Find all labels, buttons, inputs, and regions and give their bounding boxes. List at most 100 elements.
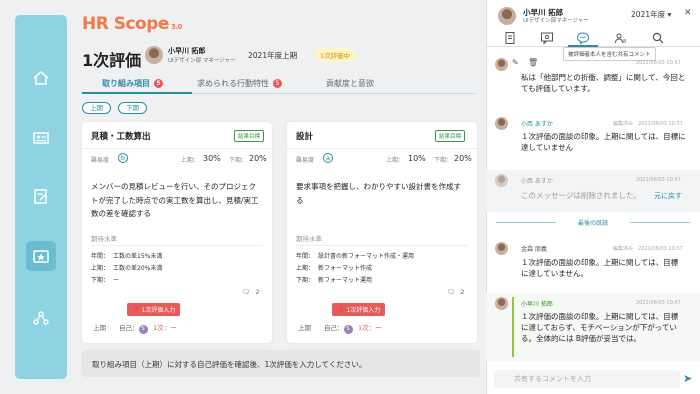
target-heading: 期待水準 xyxy=(296,235,322,243)
year-select[interactable]: 2021年度 ▾ xyxy=(631,9,671,20)
avatar xyxy=(145,46,163,64)
comment-count[interactable]: 🗨 2 xyxy=(242,288,259,296)
tab-action-items[interactable]: 取り組み項目 5 xyxy=(102,78,163,92)
difficulty-badge: a xyxy=(323,153,333,163)
status-badge: 1次評価中 xyxy=(314,48,357,62)
tab-count-badge: 5 xyxy=(154,79,163,88)
lower-label: 下期： xyxy=(434,157,453,164)
avatar xyxy=(495,297,508,310)
difficulty-label: 難易度 xyxy=(296,157,315,164)
svg-text:8: 8 xyxy=(623,39,626,45)
self-score: 自己： S xyxy=(324,322,353,334)
tab-count-badge: 5 xyxy=(273,79,282,88)
level-row: 上期： 工数の差20%未満 xyxy=(91,265,163,272)
evaluation-icon[interactable] xyxy=(26,241,56,271)
tab-behaviors[interactable]: 求められる行動特性 5 xyxy=(197,78,282,92)
tab-active-indicator xyxy=(82,92,192,94)
comment-icon: 🗨 xyxy=(242,288,251,296)
user-role: UIデザイン部 マネージャー xyxy=(168,58,236,64)
message-timestamp: 編集済み 2021/06/03 10:57 xyxy=(613,121,683,127)
message-timestamp: 2021/06/03 10:57 xyxy=(636,177,681,183)
message-timestamp: 2021/06/03 10:57 xyxy=(636,60,681,66)
difficulty-badge: b xyxy=(118,153,128,163)
card-divider xyxy=(287,148,477,149)
level-row: 年間： 設計書の新フォーマット作成・運用 xyxy=(296,253,415,260)
upper-label: 上期： xyxy=(181,157,200,164)
avatar xyxy=(495,58,508,71)
page-title: 1次評価 xyxy=(82,51,142,70)
lower-label: 下期： xyxy=(229,157,248,164)
edit-document-icon[interactable] xyxy=(26,181,56,211)
goal-card[interactable]: 見積・工数算出 結果目標 難易度 b 上期： 30% 下期： 20% メンバーの… xyxy=(82,122,272,343)
period-label: 2021年度上期 xyxy=(248,51,298,60)
difficulty-label: 難易度 xyxy=(91,157,110,164)
card-title: 設計 xyxy=(296,132,314,142)
send-icon[interactable]: ➤ xyxy=(683,372,692,385)
upper-weight: 30% xyxy=(203,154,221,163)
left-nav xyxy=(15,15,67,379)
message-text: １次評価の面談の印象。上期に関しては、目標に達していません。 xyxy=(521,258,679,278)
own-message-marker xyxy=(512,297,514,357)
tab-tooltip: 被評価者本人を含む共有コメント xyxy=(563,47,656,61)
message-text: １次評価の面談の印象。上期に関しては、目標に達していません xyxy=(521,132,686,152)
message-text: 私は「他部門との折衝、調整」に関して、今回とても評価しています。 xyxy=(521,73,686,93)
alert-icon: ❗ xyxy=(132,307,140,314)
level-row: 下期：ー xyxy=(91,277,120,284)
footer-period: 上期 xyxy=(93,324,106,332)
avatar xyxy=(495,117,508,130)
close-icon[interactable]: ✕ xyxy=(684,8,692,18)
self-score: 自己： S xyxy=(119,322,148,334)
first-score[interactable]: 1次：ー xyxy=(153,322,177,332)
profile-card-icon[interactable] xyxy=(26,123,56,153)
error-tooltip: ❗ 1次評価入力 xyxy=(332,303,386,316)
message-author: 小早川 拓郎 xyxy=(521,301,553,308)
app-logo: HR Scope 3.0 xyxy=(82,14,182,34)
tab-contribution[interactable]: 貢献度と意欲 xyxy=(326,78,374,92)
org-chart-icon[interactable] xyxy=(26,303,56,333)
lower-weight: 20% xyxy=(454,154,472,163)
target-divider xyxy=(296,245,468,246)
lower-weight: 20% xyxy=(249,154,267,163)
first-score[interactable]: 1次：ー xyxy=(358,322,382,332)
filter-lower-button[interactable]: 下期 xyxy=(118,102,147,114)
home-icon[interactable] xyxy=(26,63,56,93)
message-author: 金森 朋義 xyxy=(521,246,547,253)
avatar xyxy=(495,174,508,187)
error-tooltip: ❗ 1次評価入力 xyxy=(127,303,181,316)
status-message: 取り組み項目（上期）に対する自己評価を確認後、1次評価を入力してください。 xyxy=(82,350,480,377)
upper-weight: 10% xyxy=(408,154,426,163)
message-timestamp: 編集済み 2021/06/03 10:57 xyxy=(613,246,683,252)
card-description: メンバーの見積レビューを行い、そのプロジェクトが完了した時点での実工数を算出し、… xyxy=(91,182,259,218)
alert-icon: ❗ xyxy=(337,307,345,314)
level-row: 上期： 新フォーマット作成 xyxy=(296,265,373,272)
divider-line xyxy=(630,222,690,223)
comment-icon: 🗨 xyxy=(447,288,456,296)
footer-period: 上期 xyxy=(298,324,311,332)
card-tag: 結果目標 xyxy=(435,130,466,142)
message-author: 小西 あすか xyxy=(521,178,553,185)
level-row: 下期： 新フォーマット運用 xyxy=(296,277,373,284)
target-heading: 期待水準 xyxy=(91,235,117,243)
filter-upper-button[interactable]: 上期 xyxy=(82,102,111,114)
undo-delete-link[interactable]: 元に戻す xyxy=(654,191,682,201)
comment-count[interactable]: 🗨 2 xyxy=(447,288,464,296)
level-row: 年間： 工数の差15%未満 xyxy=(91,253,163,260)
message-text: １次評価の面談の印象。上期に関しては、目標に達しておらず、モチベーションが下がっ… xyxy=(521,312,679,343)
edit-icon[interactable]: ✎ xyxy=(512,58,519,67)
panel-user-role: UIデザイン部マネージャー xyxy=(523,18,589,24)
deleted-message-text: このメッセージは削除されました。 xyxy=(521,191,641,200)
card-tag: 結果目標 xyxy=(234,130,265,142)
trash-icon[interactable]: 🗑 xyxy=(528,58,538,67)
card-description: 要求事項を把握し、わかりやすい設計書を作成する xyxy=(296,182,461,205)
goal-card[interactable]: 設計 結果目標 難易度 a 上期： 10% 下期： 20% 要求事項を把握し、わ… xyxy=(287,122,477,343)
user-name: 小早川 拓郎 xyxy=(168,47,206,55)
card-title: 見積・工数算出 xyxy=(91,132,151,142)
avatar xyxy=(495,242,508,255)
message-timestamp: 2021/06/03 10:57 xyxy=(636,300,681,306)
comment-input[interactable]: 共有するコメントを入力 xyxy=(494,370,680,388)
message-author: 小西 あすか xyxy=(521,121,553,128)
avatar xyxy=(498,7,516,25)
upper-label: 上期： xyxy=(386,157,405,164)
target-divider xyxy=(91,245,263,246)
card-divider xyxy=(82,148,272,149)
